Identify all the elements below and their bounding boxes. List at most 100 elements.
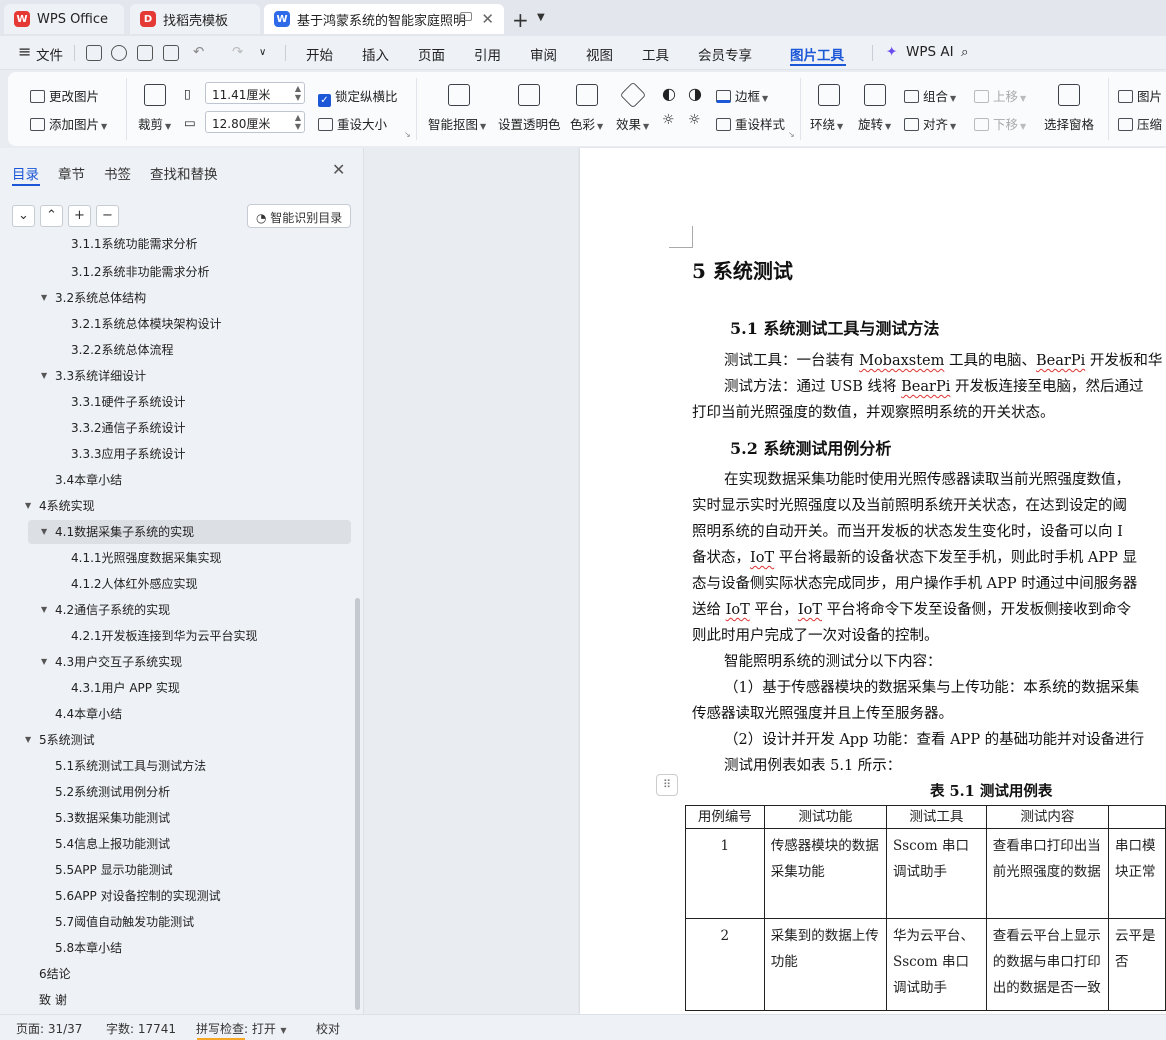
smart-cutout-button[interactable]: 智能抠图 ▼	[428, 114, 486, 133]
toc-item[interactable]: 4系统实现	[39, 494, 95, 518]
toc-item[interactable]: 3.3系统详细设计	[55, 364, 146, 388]
toc-item[interactable]: 6结论	[39, 962, 71, 986]
smart-cutout-icon[interactable]	[448, 84, 470, 106]
menu-wps-ai[interactable]: WPS AI	[906, 44, 954, 60]
menu-page[interactable]: 页面	[418, 44, 445, 64]
transparent-color-icon[interactable]	[518, 84, 540, 106]
align-button[interactable]: 对齐 ▼	[904, 114, 956, 133]
menu-home[interactable]: 开始	[306, 44, 333, 64]
wrap-button[interactable]: 环绕 ▼	[810, 114, 843, 133]
color-button[interactable]: 色彩 ▼	[570, 114, 603, 133]
expand-arrow-icon[interactable]: ▼	[41, 605, 47, 614]
print-icon[interactable]	[137, 45, 153, 61]
brightness-icon[interactable]: ◐	[662, 84, 676, 103]
chevron-down-icon[interactable]: ▼	[537, 12, 545, 23]
reset-style-button[interactable]: 重设样式	[716, 114, 785, 133]
toc-item[interactable]: 3.4本章小结	[55, 468, 122, 492]
table-cell[interactable]: 串口模块正常	[1108, 828, 1166, 919]
menu-member[interactable]: 会员专享	[698, 44, 752, 64]
monitor-icon[interactable]	[460, 12, 472, 21]
add-image-button[interactable]: 添加图片 ▼	[30, 114, 107, 133]
expand-icon[interactable]: ↘	[404, 130, 411, 139]
save-icon[interactable]	[86, 45, 102, 61]
selection-pane-button[interactable]: 选择窗格	[1044, 114, 1094, 133]
document-page[interactable]: 5 系统测试 5.1 系统测试工具与测试方法 测试工具：一台装有 Mobaxst…	[580, 148, 1166, 1014]
color-icon[interactable]	[576, 84, 598, 106]
ai-toc-button[interactable]: ◔ 智能识别目录	[247, 204, 351, 228]
reset-size-button[interactable]: 重设大小	[318, 114, 387, 133]
toc-item[interactable]: 5.3数据采集功能测试	[55, 806, 170, 830]
selection-pane-icon[interactable]	[1058, 84, 1080, 106]
compress-button[interactable]: 压缩	[1118, 114, 1162, 133]
menu-reference[interactable]: 引用	[474, 44, 501, 64]
toc-item[interactable]: 3.2.1系统总体模块架构设计	[71, 312, 222, 336]
close-icon[interactable]: ✕	[332, 160, 345, 179]
expand-arrow-icon[interactable]: ▼	[41, 657, 47, 666]
menu-review[interactable]: 审阅	[530, 44, 557, 64]
toc-item[interactable]: 5.5APP 显示功能测试	[55, 858, 173, 882]
table-cell[interactable]: 2	[685, 918, 765, 1011]
toc-item[interactable]: 4.2.1开发板连接到华为云平台实现	[71, 624, 258, 648]
change-image-button[interactable]: 更改图片	[30, 86, 99, 105]
table-cell[interactable]: 查看云平台上显示的数据与串口打印出的数据是否一致	[985, 918, 1110, 1011]
toc-item[interactable]: 4.4本章小结	[55, 702, 122, 726]
border-button[interactable]: 边框 ▼	[716, 86, 768, 105]
collapse-all-button[interactable]: ⌄	[12, 205, 35, 227]
nav-tab-find-replace[interactable]: 查找和替换	[150, 163, 218, 183]
crop-button[interactable]: 裁剪 ▼	[138, 114, 171, 133]
print-preview-icon[interactable]	[163, 45, 179, 61]
page-indicator[interactable]: 页面: 31/37	[16, 1020, 82, 1037]
toc-item-selected[interactable]: 4.1数据采集子系统的实现	[55, 520, 194, 544]
decrease-brightness-icon[interactable]: ☼	[688, 112, 701, 128]
toc-item[interactable]: 4.1.2人体红外感应实现	[71, 572, 198, 596]
toc-item[interactable]: 3.1.1系统功能需求分析	[71, 238, 198, 256]
spell-check-toggle[interactable]: 拼写检查: 打开 ▼	[196, 1020, 287, 1037]
nav-tab-bookmarks[interactable]: 书签	[104, 163, 131, 183]
nav-tab-sections[interactable]: 章节	[58, 163, 85, 183]
nav-tab-toc[interactable]: 目录	[12, 163, 39, 183]
spinner-icon[interactable]: ▲ ▼	[295, 84, 301, 102]
menu-file[interactable]: 文件	[36, 44, 63, 64]
width-input[interactable]: 11.41厘米 ▲ ▼	[205, 82, 305, 104]
toc-item[interactable]: 5.2系统测试用例分析	[55, 780, 170, 804]
move-down-button[interactable]: 下移 ▼	[974, 114, 1026, 133]
toc-item[interactable]: 3.2.2系统总体流程	[71, 338, 174, 362]
toc-item[interactable]: 5.8本章小结	[55, 936, 122, 960]
rotate-icon[interactable]	[864, 84, 886, 106]
spinner-icon[interactable]: ▲ ▼	[295, 113, 301, 131]
table-cell[interactable]: 华为云平台、Sscom 串口调试助手	[886, 918, 987, 1011]
toc-item[interactable]: 4.1.1光照强度数据采集实现	[71, 546, 222, 570]
toc-item[interactable]: 3.3.1硬件子系统设计	[71, 390, 186, 414]
toc-item[interactable]: 4.3.1用户 APP 实现	[71, 676, 180, 700]
lock-ratio-checkbox[interactable]: ✓ 锁定纵横比	[318, 86, 398, 107]
toc-item[interactable]: 3.3.2通信子系统设计	[71, 416, 186, 440]
expand-arrow-icon[interactable]: ▼	[41, 293, 47, 302]
new-tab-button[interactable]: +	[512, 8, 529, 32]
toc-item[interactable]: 5.6APP 对设备控制的实现测试	[55, 884, 221, 908]
effects-icon[interactable]	[619, 81, 647, 109]
toc-item[interactable]: 致 谢	[39, 988, 67, 1012]
effects-button[interactable]: 效果 ▼	[616, 114, 649, 133]
menu-picture-tools[interactable]: 图片工具	[790, 44, 844, 64]
word-count[interactable]: 字数: 17741	[106, 1020, 176, 1037]
set-transparent-button[interactable]: 设置透明色	[498, 114, 561, 133]
toc-item[interactable]: 4.2通信子系统的实现	[55, 598, 170, 622]
remove-heading-button[interactable]: −	[96, 205, 119, 227]
crop-icon[interactable]	[144, 84, 166, 106]
rotate-button[interactable]: 旋转 ▼	[858, 114, 891, 133]
menu-tools[interactable]: 工具	[642, 44, 669, 64]
add-heading-button[interactable]: +	[68, 205, 91, 227]
expand-arrow-icon[interactable]: ▼	[41, 371, 47, 380]
proofread-button[interactable]: 校对	[316, 1020, 340, 1037]
share-icon[interactable]	[111, 45, 127, 61]
chevron-down-icon[interactable]: ∨	[259, 47, 266, 58]
redo-icon[interactable]: ↷	[232, 44, 243, 60]
nav-scrollbar[interactable]	[355, 598, 360, 1010]
tab-template[interactable]: D 找稻壳模板	[130, 4, 260, 34]
undo-icon[interactable]: ↶	[193, 44, 204, 60]
table-cell[interactable]: 云平是否	[1108, 918, 1166, 1011]
image-more-button[interactable]: 图片	[1118, 86, 1162, 105]
table-cell[interactable]: 传感器模块的数据采集功能	[763, 828, 888, 919]
table-cell[interactable]: Sscom 串口调试助手	[886, 828, 987, 919]
menu-insert[interactable]: 插入	[362, 44, 389, 64]
